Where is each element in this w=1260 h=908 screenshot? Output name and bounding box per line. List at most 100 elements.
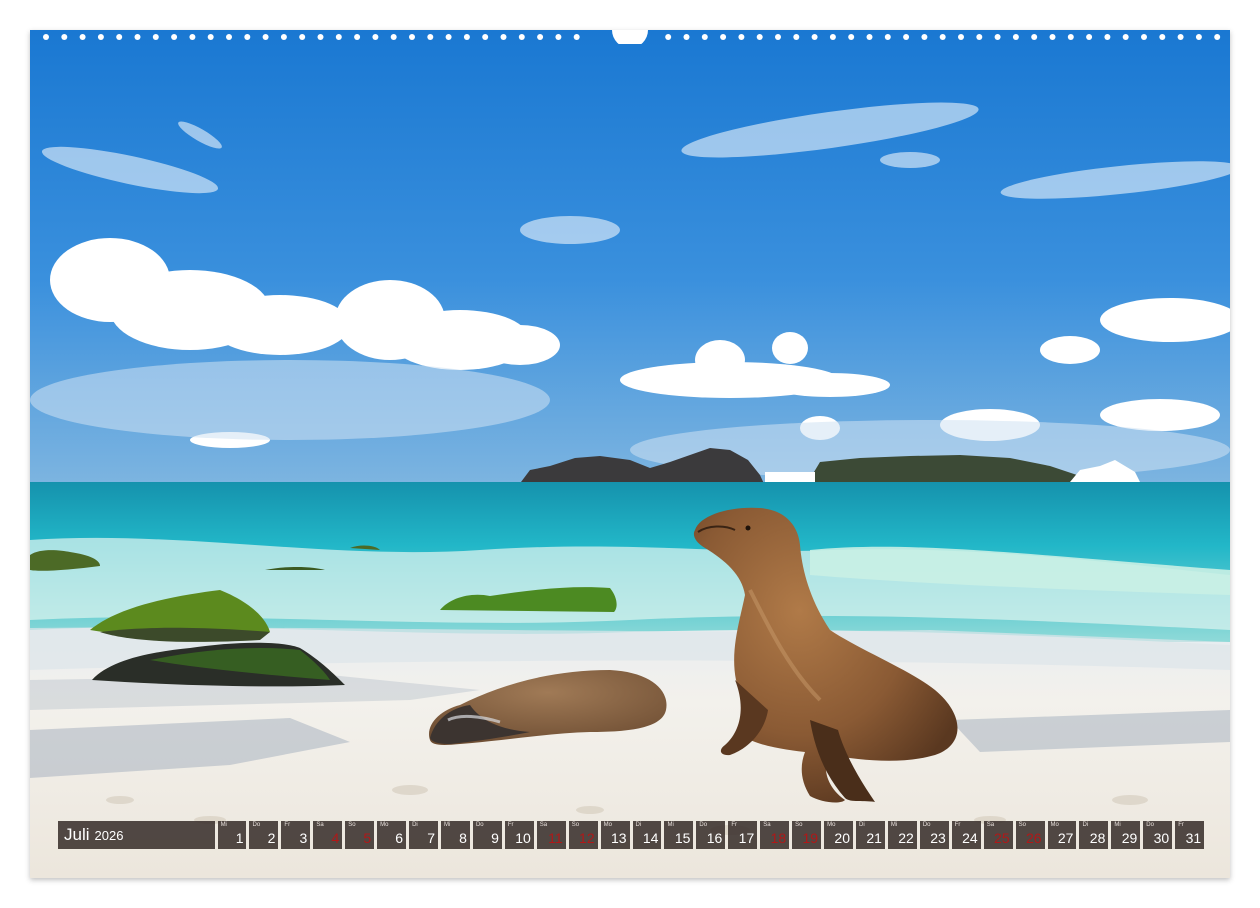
month-name: Juli	[64, 825, 90, 844]
day-number: 30	[1153, 830, 1170, 846]
day-cell: Di 14	[632, 821, 662, 849]
binding-hole	[518, 34, 525, 40]
binding-hole	[317, 34, 324, 40]
binding-hole	[116, 34, 123, 40]
calendar-month-bar: Juli 2026 Mi 1 Do 2 Fr 3 Sa 4 So 5 Mo 6 Di 7 Mi 8 Do 9 Fr 1…	[58, 821, 1205, 849]
binding-hole	[1195, 34, 1202, 40]
day-number: 18	[770, 830, 787, 846]
day-cell: Di 28	[1079, 821, 1109, 849]
day-number: 9	[491, 830, 499, 846]
binding-hole	[866, 34, 873, 40]
binding-hole	[573, 34, 580, 40]
binding-hole	[1141, 34, 1147, 40]
day-cell: Fr 17	[728, 821, 758, 849]
day-cell: Sa 11	[536, 821, 566, 849]
weekday-label: Di	[859, 822, 865, 828]
binding-hole	[79, 34, 86, 40]
binding-hole	[427, 34, 434, 40]
day-cell: Do 2	[249, 821, 279, 849]
binding-hole	[903, 34, 910, 40]
binding-hole	[994, 34, 1001, 40]
binding-hole	[921, 34, 928, 40]
day-number: 29	[1121, 830, 1138, 846]
binding-hole	[775, 34, 781, 40]
day-cell: Mi 22	[887, 821, 917, 849]
day-number: 3	[299, 830, 308, 846]
binding-hole	[1012, 34, 1019, 40]
binding-hole	[555, 34, 562, 40]
binding-hole	[665, 34, 672, 40]
binding-hole	[939, 34, 946, 40]
weekday-label: So	[795, 822, 803, 828]
hanger-notch	[612, 30, 648, 44]
binding-hole	[61, 34, 68, 40]
day-cell: Mo 27	[1047, 821, 1077, 849]
weekday-label: Mi	[444, 822, 451, 828]
day-number: 20	[834, 830, 850, 846]
binding-hole	[244, 34, 251, 40]
weekday-label: Sa	[539, 822, 548, 828]
day-cell: So 12	[568, 821, 598, 849]
day-cell: Fr 31	[1175, 821, 1205, 849]
day-number: 4	[331, 830, 340, 846]
day-number: 10	[515, 830, 531, 846]
weekday-label: Fr	[284, 822, 291, 828]
weekday-label: Mo	[603, 822, 612, 828]
binding-hole	[884, 34, 891, 40]
weekday-label: Fr	[507, 822, 514, 828]
binding-hole	[445, 34, 452, 40]
binding-hole	[207, 34, 214, 40]
binding-hole	[1067, 34, 1074, 40]
binding-hole	[683, 34, 690, 40]
day-number: 19	[802, 830, 819, 846]
binding-hole	[372, 34, 379, 40]
day-cell: So 5	[345, 821, 375, 849]
binding-hole	[848, 34, 855, 40]
binding-hole	[701, 34, 708, 40]
weekday-label: Mi	[1114, 822, 1121, 828]
day-cell: So 26	[1015, 821, 1045, 849]
weekday-label: Mi	[220, 822, 227, 828]
weekday-label: Di	[412, 822, 418, 828]
binding-hole	[482, 34, 489, 40]
weekday-label: Do	[252, 822, 261, 828]
day-cell: Sa 25	[983, 821, 1013, 849]
weekday-label: Fr	[1178, 822, 1184, 828]
binding-hole	[43, 34, 49, 40]
weekday-label: So	[571, 822, 580, 828]
binding-hole	[1086, 34, 1093, 40]
day-number: 17	[738, 830, 755, 846]
weekday-label: Di	[1082, 822, 1089, 828]
weekday-label: Di	[635, 822, 642, 828]
binding-hole	[1159, 34, 1166, 40]
day-number: 5	[363, 830, 372, 846]
weekday-label: Do	[699, 822, 708, 828]
weekday-label: Do	[922, 822, 931, 828]
binding-hole	[829, 34, 836, 40]
day-cell: Mi 29	[1111, 821, 1141, 849]
binding-hole	[958, 34, 964, 40]
weekday-label: So	[348, 822, 356, 828]
weekday-label: Mo	[1050, 822, 1059, 828]
binding-hole	[189, 34, 196, 40]
day-cell: Fr 24	[951, 821, 981, 849]
day-cell: Di 21	[856, 821, 885, 849]
binding-hole	[1031, 34, 1038, 40]
day-number: 14	[642, 830, 659, 846]
day-number: 1	[235, 830, 244, 846]
day-number: 22	[898, 830, 914, 846]
weekday-label: Mi	[667, 822, 674, 828]
binding-hole	[1049, 34, 1056, 40]
day-cell: Do 30	[1143, 821, 1173, 849]
day-cell: Mi 15	[664, 821, 694, 849]
day-cell: Sa 18	[760, 821, 790, 849]
day-cell: Fr 10	[504, 821, 534, 849]
weekday-label: Sa	[986, 822, 995, 828]
day-number: 7	[427, 830, 436, 846]
day-number: 26	[1025, 830, 1042, 846]
day-number: 23	[930, 830, 946, 846]
day-cell: Mi 1	[217, 821, 247, 849]
day-number: 15	[674, 830, 691, 846]
binding-hole	[1104, 34, 1111, 40]
weekday-label: So	[1018, 822, 1026, 828]
